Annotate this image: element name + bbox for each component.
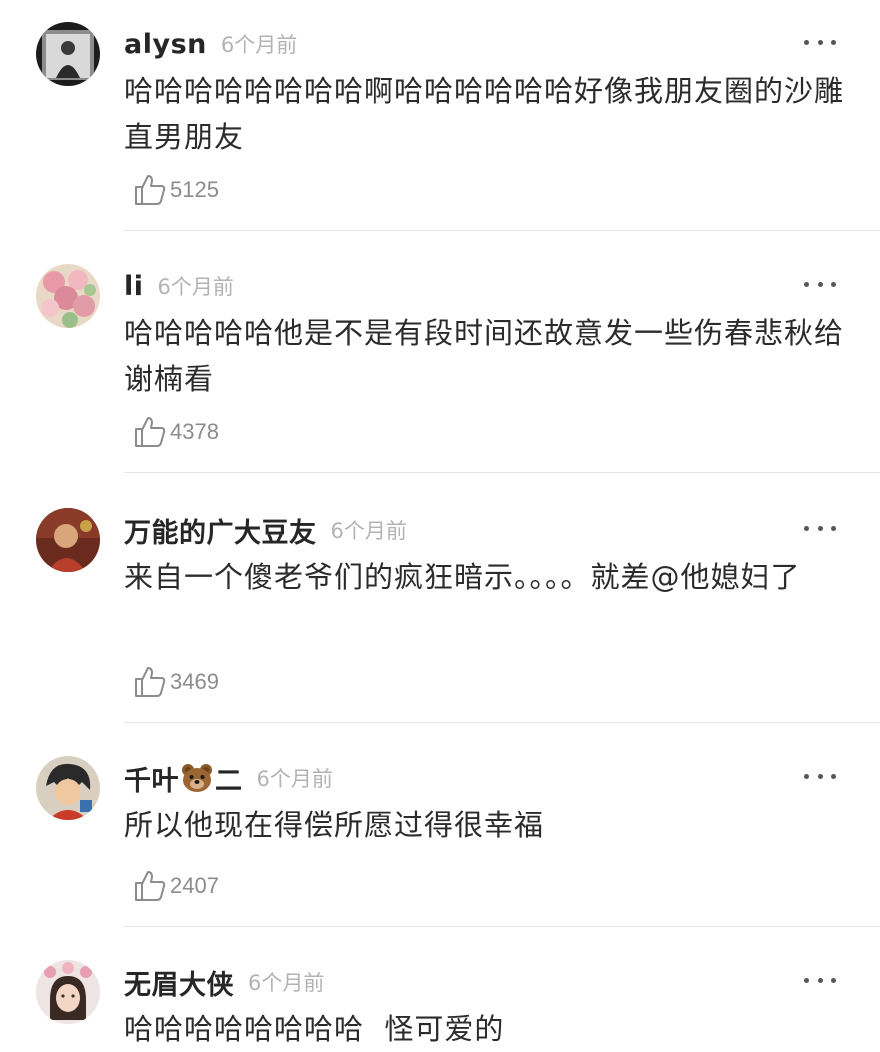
comment-header: 千叶 二 6个月前 — [124, 759, 333, 798]
comment-header: alysn 6个月前 — [124, 26, 297, 62]
avatar-red-portrait-icon — [36, 508, 100, 572]
user-avatar[interactable] — [36, 508, 100, 572]
username[interactable]: 万能的广大豆友 — [124, 511, 317, 550]
comment-text: 哈哈哈哈哈哈哈哈 怪可爱的 — [124, 1012, 505, 1046]
comment-time: 6个月前 — [330, 519, 407, 543]
user-avatar[interactable] — [36, 756, 100, 820]
username[interactable]: li — [124, 271, 144, 302]
comment-time: 6个月前 — [220, 33, 298, 57]
username-suffix[interactable]: 二 — [215, 759, 243, 798]
thumbs-up-outline-icon — [135, 417, 166, 447]
user-avatar[interactable] — [36, 960, 100, 1024]
avatar-dark-portrait-icon — [36, 22, 100, 86]
thumbs-up-outline-icon — [135, 175, 166, 205]
divider — [124, 472, 880, 473]
avatar-flowers-icon — [36, 264, 100, 328]
like-count: 4378 — [170, 419, 219, 444]
more-dots-icon[interactable] — [804, 970, 836, 990]
bear-face-icon — [182, 764, 212, 792]
comment-header: 无眉大侠 6个月前 — [124, 963, 325, 1002]
username[interactable]: alysn — [124, 29, 207, 60]
more-dots-icon[interactable] — [804, 518, 836, 538]
thumbs-up-outline-icon — [135, 871, 166, 901]
user-avatar[interactable] — [36, 22, 100, 86]
comment-header: li 6个月前 — [124, 268, 234, 304]
comment-text: 哈哈哈哈哈他是不是有段时间还故意发一些伤春悲秋给谢楠看 — [124, 316, 845, 396]
comment-text: 来自一个傻老爷们的疯狂暗示。。。。就差@他媳妇了 — [124, 560, 801, 594]
more-dots-icon[interactable] — [804, 32, 836, 52]
username[interactable]: 千叶 — [124, 759, 179, 798]
comment-header: 万能的广大豆友 6个月前 — [124, 511, 407, 550]
comment-time: 6个月前 — [157, 275, 234, 299]
like-button[interactable]: 3469 — [132, 664, 219, 700]
comment-text: 哈哈哈哈哈哈哈哈啊哈哈哈哈哈哈好像我朋友圈的沙雕直男朋友 — [124, 74, 845, 154]
avatar-cartoon-icon — [36, 756, 100, 820]
divider — [124, 230, 880, 231]
divider — [124, 722, 880, 723]
thumbs-up-outline-icon — [135, 667, 166, 697]
like-button[interactable]: 2407 — [132, 868, 219, 904]
like-count: 2407 — [170, 873, 219, 898]
comment-time: 6个月前 — [248, 971, 325, 995]
comment-time: 6个月前 — [256, 767, 333, 791]
more-dots-icon[interactable] — [804, 766, 836, 786]
like-count: 3469 — [170, 669, 219, 694]
like-button[interactable]: 5125 — [132, 172, 219, 208]
like-button[interactable]: 4378 — [132, 414, 219, 450]
avatar-girl-flowers-icon — [36, 960, 100, 1024]
user-avatar[interactable] — [36, 264, 100, 328]
like-count: 5125 — [170, 177, 219, 202]
more-dots-icon[interactable] — [804, 274, 836, 294]
comment-text: 所以他现在得偿所愿过得很幸福 — [124, 808, 545, 842]
username[interactable]: 无眉大侠 — [124, 963, 234, 1002]
divider — [124, 926, 880, 927]
